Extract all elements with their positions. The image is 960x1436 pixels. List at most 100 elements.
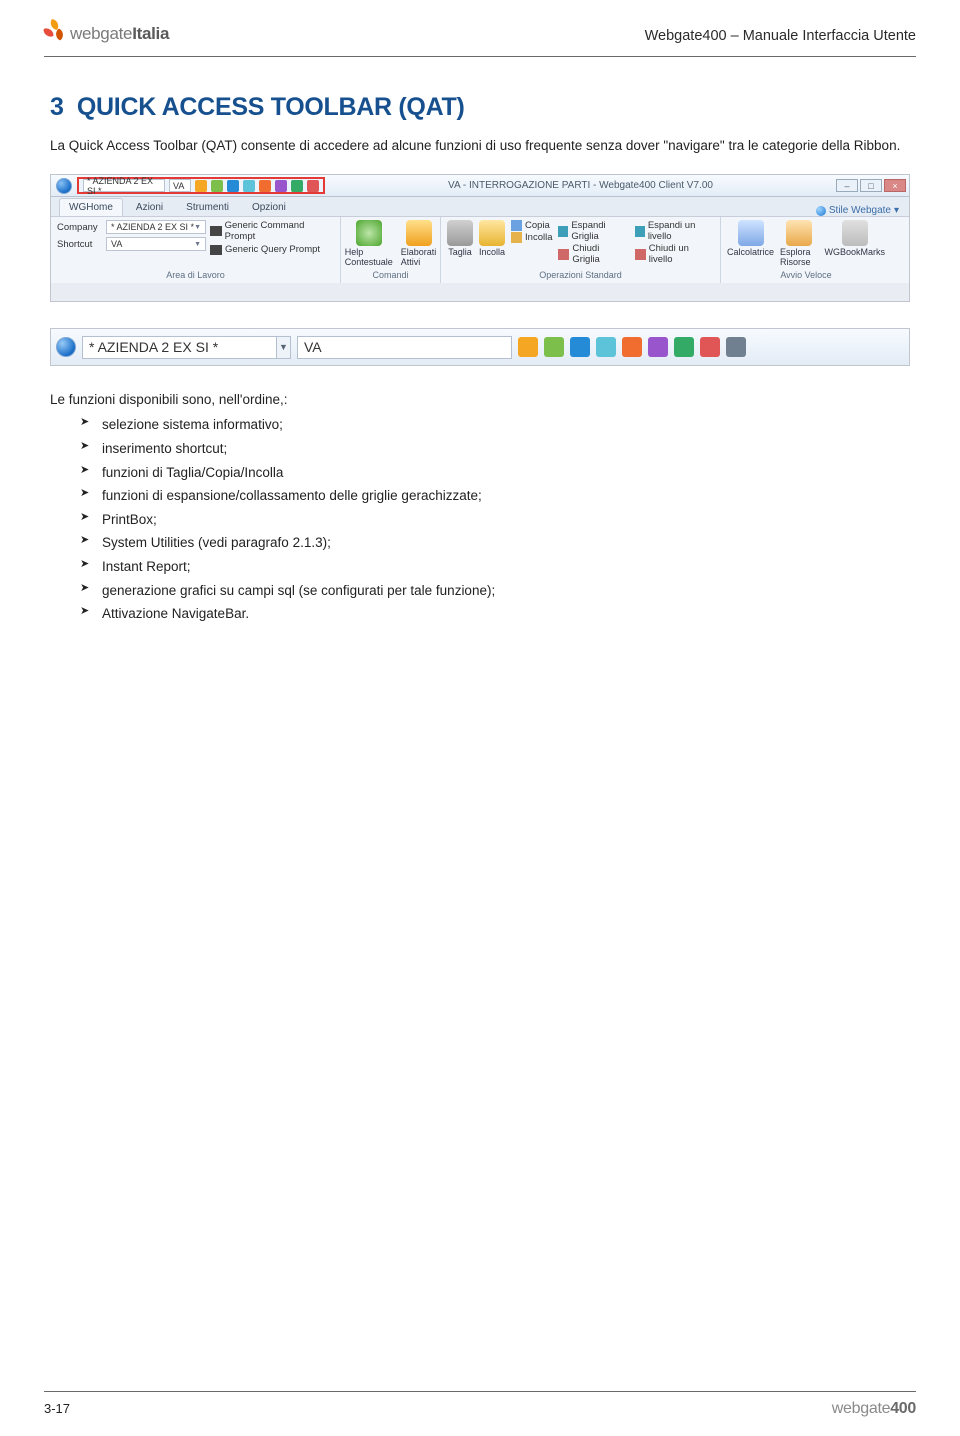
window-buttons: – □ × <box>836 179 906 192</box>
tab-opzioni[interactable]: Opzioni <box>242 198 296 216</box>
section-intro: La Quick Access Toolbar (QAT) consente d… <box>50 136 910 156</box>
bookmarks-button[interactable]: WGBookMarks <box>824 220 885 257</box>
qat-large-icon-7[interactable] <box>674 337 694 357</box>
window-titlebar: * AZIENDA 2 EX SI * VA VA - INTERROGAZIO… <box>51 175 909 197</box>
collapse-grid[interactable]: Chiudi Griglia <box>558 243 628 265</box>
qat-icon-2[interactable] <box>211 180 223 192</box>
list-item: PrintBox; <box>80 508 910 532</box>
footer-logo-text: webgate400 <box>832 1400 916 1418</box>
window-title-text: VA - INTERROGAZIONE PARTI - Webgate400 C… <box>325 180 836 191</box>
company-select[interactable]: * AZIENDA 2 EX SI *▼ <box>106 220 206 234</box>
logo-webgate-italia: webgateItalia <box>44 20 169 44</box>
list-item: funzioni di Taglia/Copia/Incolla <box>80 461 910 485</box>
group-comandi: Help Contestuale Elaborati Attivi Comand… <box>341 217 441 283</box>
qat-large-icon-2[interactable] <box>544 337 564 357</box>
qat-large-icon-9[interactable] <box>726 337 746 357</box>
qat-icon-3[interactable] <box>227 180 239 192</box>
scissors-icon <box>447 220 473 246</box>
ribbon-body: Company* AZIENDA 2 EX SI *▼ ShortcutVA▼ … <box>51 217 909 283</box>
logo-flower-icon <box>808 1398 828 1418</box>
calculator-icon <box>738 220 764 246</box>
tab-wghome[interactable]: WGHome <box>59 198 123 216</box>
screenshot-qat-zoom: * AZIENDA 2 EX SI *▼ VA <box>50 328 910 366</box>
collapse-grid-icon <box>558 249 569 260</box>
maximize-button[interactable]: □ <box>860 179 882 192</box>
shortcut-field-large[interactable]: VA <box>297 336 512 359</box>
qat-large-icon-4[interactable] <box>596 337 616 357</box>
app-orb-icon[interactable] <box>56 178 72 194</box>
close-button[interactable]: × <box>884 179 906 192</box>
style-selector[interactable]: Stile Webgate ▾ <box>816 205 909 216</box>
qat-icon-6[interactable] <box>275 180 287 192</box>
page-number: 3-17 <box>44 1401 70 1416</box>
group-name-ops: Operazioni Standard <box>447 268 714 280</box>
qat-icon-1[interactable] <box>195 180 207 192</box>
group-name-comandi: Comandi <box>347 268 434 280</box>
page-content: 3 QUICK ACCESS TOOLBAR (QAT) La Quick Ac… <box>0 57 960 1391</box>
paste-icon <box>511 232 522 243</box>
shortcut-label: Shortcut <box>57 239 103 250</box>
copy-item[interactable]: Copia <box>511 220 552 231</box>
minimize-button[interactable]: – <box>836 179 858 192</box>
app-orb-large-icon[interactable] <box>56 337 76 357</box>
qat-highlight: * AZIENDA 2 EX SI * VA <box>77 177 325 194</box>
list-item: selezione sistema informativo; <box>80 413 910 437</box>
expand-level[interactable]: Espandi un livello <box>635 220 714 242</box>
group-name-area: Area di Lavoro <box>57 268 334 280</box>
list-item: funzioni di espansione/collassamento del… <box>80 484 910 508</box>
group-name-quick: Avvio Veloce <box>727 268 885 280</box>
logo-webgate400: webgate400 <box>808 1398 916 1418</box>
cmd-prompt-icon <box>210 226 222 236</box>
list-item: System Utilities (vedi paragrafo 2.1.3); <box>80 531 910 555</box>
paste-button[interactable]: Incolla <box>479 220 505 257</box>
qat-large-icon-6[interactable] <box>648 337 668 357</box>
group-area-lavoro: Company* AZIENDA 2 EX SI *▼ ShortcutVA▼ … <box>51 217 341 283</box>
qat-icon-7[interactable] <box>291 180 303 192</box>
expand-level-icon <box>635 226 645 237</box>
qat-large-icon-5[interactable] <box>622 337 642 357</box>
generic-cmd-prompt[interactable]: Generic Command Prompt <box>210 220 334 242</box>
tab-azioni[interactable]: Azioni <box>126 198 173 216</box>
ribbon-tabs: WGHome Azioni Strumenti Opzioni Stile We… <box>51 197 909 217</box>
logo-text: webgateItalia <box>70 24 169 44</box>
functions-list: selezione sistema informativo; inserimen… <box>50 413 910 626</box>
page-header: webgateItalia Webgate400 – Manuale Inter… <box>0 0 960 50</box>
qat-icon-5[interactable] <box>259 180 271 192</box>
cut-button[interactable]: Taglia <box>447 220 473 257</box>
qat-icon-4[interactable] <box>243 180 255 192</box>
generic-query-prompt[interactable]: Generic Query Prompt <box>210 244 334 255</box>
tab-strumenti[interactable]: Strumenti <box>176 198 239 216</box>
list-item: generazione grafici su campi sql (se con… <box>80 579 910 603</box>
collapse-level[interactable]: Chiudi un livello <box>635 243 714 265</box>
calculator-button[interactable]: Calcolatrice <box>727 220 774 257</box>
document-title: Webgate400 – Manuale Interfaccia Utente <box>645 28 916 44</box>
help-icon <box>356 220 382 246</box>
chevron-down-icon[interactable]: ▼ <box>277 336 291 359</box>
copy-icon <box>511 220 522 231</box>
list-item: Attivazione NavigateBar. <box>80 602 910 626</box>
qat-large-icon-3[interactable] <box>570 337 590 357</box>
qat-large-icon-8[interactable] <box>700 337 720 357</box>
logo-flower-icon <box>44 20 66 42</box>
shortcut-select[interactable]: VA▼ <box>106 237 206 251</box>
explore-button[interactable]: Esplora Risorse <box>780 220 818 267</box>
group-operazioni: Taglia Incolla Copia Incolla Espandi Gri… <box>441 217 721 283</box>
company-field-large[interactable]: * AZIENDA 2 EX SI *▼ <box>82 336 291 359</box>
qat-large-icon-1[interactable] <box>518 337 538 357</box>
list-item: inserimento shortcut; <box>80 437 910 461</box>
elaborati-button[interactable]: Elaborati Attivi <box>401 220 437 267</box>
help-button[interactable]: Help Contestuale <box>345 220 393 267</box>
page-footer: 3-17 webgate400 <box>0 1392 960 1436</box>
qat-icon-8[interactable] <box>307 180 319 192</box>
clipboard-icon <box>479 220 505 246</box>
expand-grid[interactable]: Espandi Griglia <box>558 220 628 242</box>
group-avvio-veloce: Calcolatrice Esplora Risorse WGBookMarks… <box>721 217 891 283</box>
style-dot-icon <box>816 206 826 216</box>
bookmark-icon <box>842 220 868 246</box>
list-item: Instant Report; <box>80 555 910 579</box>
qat-shortcut-field[interactable]: VA <box>169 179 191 192</box>
paste-item[interactable]: Incolla <box>511 232 552 243</box>
collapse-level-icon <box>635 249 646 260</box>
expand-grid-icon <box>558 226 568 237</box>
qat-company-field[interactable]: * AZIENDA 2 EX SI * <box>83 179 165 192</box>
